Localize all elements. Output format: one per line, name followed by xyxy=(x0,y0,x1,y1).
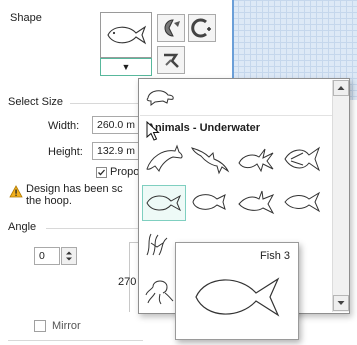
shape-gallery-item-selected[interactable] xyxy=(142,185,186,221)
shape-gallery-item[interactable] xyxy=(143,143,185,175)
chevron-down-icon xyxy=(337,301,345,305)
fish-5-icon xyxy=(238,190,275,215)
section-divider xyxy=(70,103,140,104)
cut-shape-button[interactable] xyxy=(157,46,185,74)
height-label: Height: xyxy=(48,146,83,158)
fish-3-preview-icon xyxy=(195,277,280,317)
tooltip-title: Fish 3 xyxy=(260,250,290,262)
checkmark-icon xyxy=(98,169,105,176)
select-size-title: Select Size xyxy=(8,96,64,108)
proportional-label: Propo xyxy=(110,166,140,178)
octopus-icon xyxy=(145,280,174,305)
shape-gallery-item[interactable] xyxy=(143,273,177,307)
warning-icon xyxy=(9,185,23,201)
fish-4-icon xyxy=(192,194,226,210)
width-label: Width: xyxy=(48,120,80,132)
angle-title: Angle xyxy=(8,221,37,233)
gallery-category-title: Animals - Underwater xyxy=(147,122,261,134)
scroll-down-button[interactable] xyxy=(333,295,349,311)
chevron-down-icon: ▼ xyxy=(121,62,131,72)
cut-shape-icon xyxy=(164,53,179,68)
shape-gallery-item[interactable] xyxy=(189,143,231,175)
section-divider xyxy=(8,340,143,341)
shape-gallery-item[interactable] xyxy=(281,143,323,175)
shape-gallery-item[interactable] xyxy=(189,185,231,219)
fish-3-icon xyxy=(146,194,182,212)
gallery-separator xyxy=(140,115,332,116)
proportional-checkbox[interactable] xyxy=(96,167,107,178)
pac-shape-icon xyxy=(164,19,180,37)
mirror-label: Mirror xyxy=(52,320,81,332)
fish-1-icon xyxy=(238,148,274,173)
shape-preview-tooltip: Fish 3 xyxy=(175,242,299,340)
angle-dial-label: 270 xyxy=(118,276,137,288)
width-field[interactable]: 260.0 m xyxy=(92,116,140,134)
fish-icon xyxy=(107,25,147,45)
c-shape-icon xyxy=(191,18,211,38)
shape-preview-button[interactable] xyxy=(100,12,152,58)
shape-gallery-item[interactable] xyxy=(143,82,177,110)
dolphin-2-icon xyxy=(191,147,230,175)
height-field[interactable]: 132.9 m xyxy=(92,142,140,160)
section-divider xyxy=(46,228,140,229)
turtle-icon xyxy=(146,90,174,106)
angle-spinner[interactable] xyxy=(61,247,77,265)
shape-label: Shape xyxy=(10,12,42,24)
shape-dropdown-button[interactable]: ▼ xyxy=(100,58,152,76)
shape-gallery-item[interactable] xyxy=(143,229,177,259)
pac-shape-button[interactable] xyxy=(157,14,185,42)
shape-gallery-item[interactable] xyxy=(281,185,323,219)
shape-gallery-item[interactable] xyxy=(235,143,277,175)
dolphin-icon xyxy=(146,144,183,173)
chevron-up-icon xyxy=(337,86,345,90)
mouse-cursor-icon xyxy=(146,120,160,144)
spinner-arrows-icon xyxy=(66,251,72,261)
warning-line-1: Design has been sc xyxy=(26,183,123,195)
fish-6-icon xyxy=(284,191,321,213)
gallery-scrollbar[interactable] xyxy=(332,80,349,312)
c-shape-button[interactable] xyxy=(188,14,216,42)
warning-line-2: the hoop. xyxy=(26,195,72,207)
angle-field[interactable]: 0 xyxy=(34,247,60,265)
fish-2-icon xyxy=(284,146,321,172)
mirror-checkbox[interactable] xyxy=(34,320,46,332)
scroll-up-button[interactable] xyxy=(333,80,349,96)
seaweed-icon xyxy=(146,233,168,256)
shape-gallery-item[interactable] xyxy=(235,185,277,219)
